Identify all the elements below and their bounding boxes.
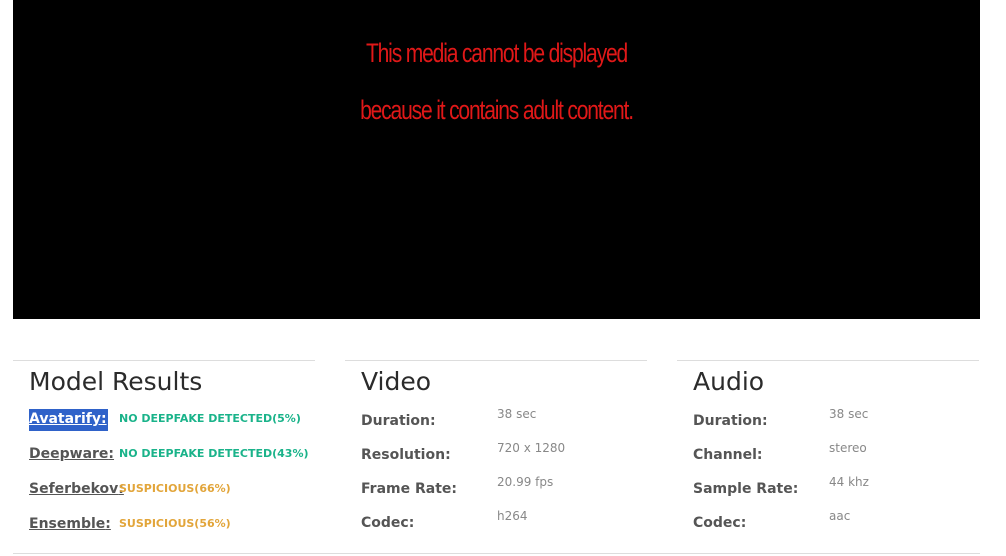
audio-value: aac (829, 509, 851, 523)
model-results-title: Model Results (29, 367, 203, 396)
video-panel: Video Duration: 38 sec Resolution: 720 x… (345, 360, 647, 531)
audio-title: Audio (693, 367, 765, 396)
model-link-deepware[interactable]: Deepware: (29, 444, 114, 464)
audio-panel: Audio Duration: 38 sec Channel: stereo S… (677, 360, 979, 531)
video-value: 20.99 fps (497, 475, 554, 489)
model-link-ensemble[interactable]: Ensemble: (29, 514, 111, 534)
model-results-panel: Model Results Avatarify: NO DEEPFAKE DET… (13, 360, 315, 532)
video-label: Resolution: (361, 447, 451, 463)
model-verdict: NO DEEPFAKE DETECTED(5%) (119, 412, 301, 425)
audio-label: Duration: (693, 413, 768, 429)
bottom-divider (13, 553, 980, 554)
video-value: 720 x 1280 (497, 441, 566, 455)
video-title: Video (361, 367, 432, 396)
audio-label: Sample Rate: (693, 481, 799, 497)
media-message-line2: because it contains adult content. (360, 95, 634, 125)
audio-label: Channel: (693, 447, 763, 463)
audio-label: Codec: (693, 515, 747, 531)
video-label: Frame Rate: (361, 481, 457, 497)
media-placeholder: This media cannot be displayed because i… (13, 0, 980, 319)
media-message-line1: This media cannot be displayed (365, 38, 628, 68)
video-value: 38 sec (497, 407, 537, 421)
model-verdict: NO DEEPFAKE DETECTED(43%) (119, 447, 309, 460)
model-link-seferbekov[interactable]: Seferbekov: (29, 479, 124, 499)
model-verdict: SUSPICIOUS(66%) (119, 482, 231, 495)
audio-value: 38 sec (829, 407, 869, 421)
model-link-avatarify[interactable]: Avatarify: (29, 409, 108, 431)
audio-value: 44 khz (829, 475, 869, 489)
audio-value: stereo (829, 441, 867, 455)
video-label: Duration: (361, 413, 436, 429)
video-value: h264 (497, 509, 528, 523)
video-label: Codec: (361, 515, 415, 531)
model-verdict: SUSPICIOUS(56%) (119, 517, 231, 530)
